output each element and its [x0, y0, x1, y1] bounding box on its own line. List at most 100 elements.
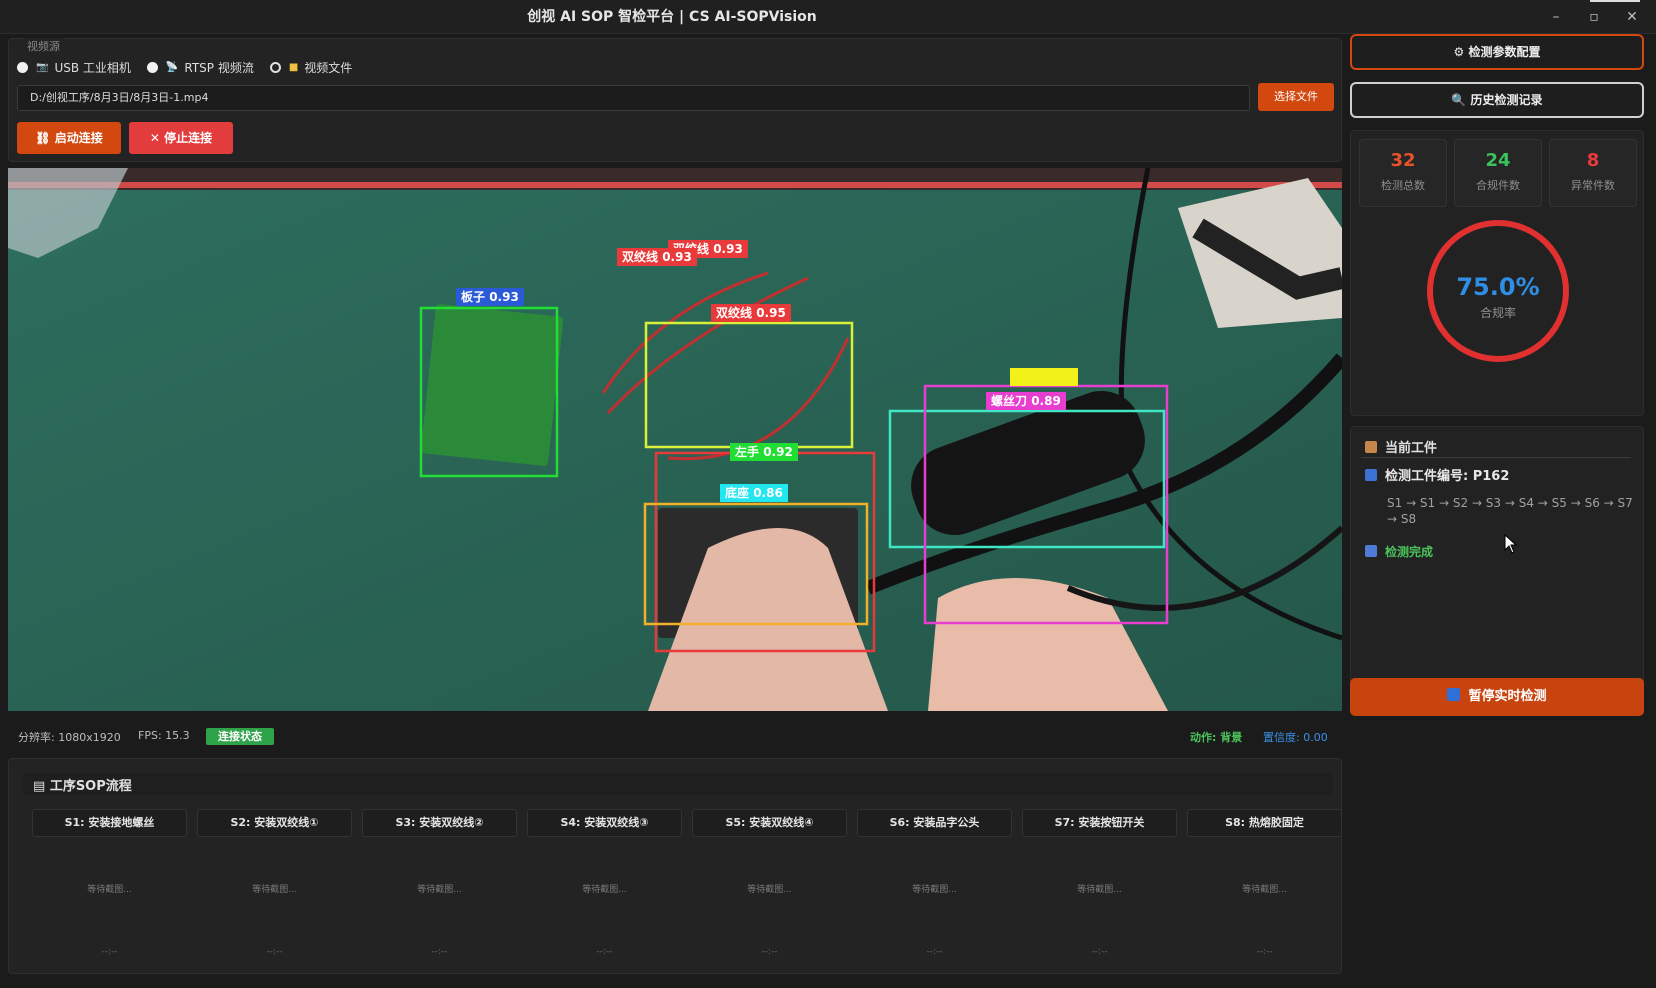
sop-title: ▤ 工序SOP流程: [33, 779, 132, 794]
detection-label: 螺丝刀 0.89: [986, 392, 1066, 410]
sop-step-waiting: 等待截图...: [417, 885, 462, 895]
stat-total: 32 检测总数: [1359, 139, 1447, 207]
gear-icon: ⚙: [1453, 45, 1469, 59]
sop-step-waiting: 等待截图...: [582, 885, 627, 895]
cross-icon: ✕: [149, 131, 165, 145]
compliance-rate-label: 合规率: [1480, 305, 1516, 320]
detection-config-label: 检测参数配置: [1468, 45, 1541, 59]
title-bar: 创视 AI SOP 智检平台 | CS AI-SOPVision – ▫ ✕: [0, 0, 1656, 34]
mouse-cursor-icon: [1504, 534, 1518, 554]
source-option-file[interactable]: ■ 视频文件: [269, 59, 353, 76]
sop-step-time: --:--: [266, 947, 283, 957]
detection-complete: 检测完成: [1365, 543, 1433, 560]
sop-step-1[interactable]: S1: 安装接地螺丝: [32, 809, 187, 837]
source-option-label: RTSP 视频流: [184, 60, 254, 75]
sop-step-time: --:--: [761, 947, 778, 957]
current-workpiece-panel: 当前工件 检测工件编号: P162 S1 → S1 → S2 → S3 → S4…: [1350, 426, 1644, 698]
pause-detection-button[interactable]: 暂停实时检测: [1350, 678, 1644, 716]
link-icon: ⛓: [35, 131, 55, 145]
satellite-icon: 📡: [165, 61, 179, 73]
pause-detection-label: 暂停实时检测: [1468, 689, 1547, 704]
video-source-legend: 视频源: [23, 38, 64, 54]
source-radio-group: 📷 USB 工业相机 📡 RTSP 视频流 ■ 视频文件: [17, 57, 368, 77]
right-sidebar: ⚙ 检测参数配置 🔍 历史检测记录 32 检测总数 24 合规件数 8 异常件数…: [1348, 34, 1656, 988]
detection-label: 右手 0.90: [1010, 368, 1078, 386]
detection-label: 双绞线 0.93: [617, 248, 697, 266]
video-status-bar: 分辨率: 1080x1920 FPS: 15.3 连接状态 动作: 背景 置信度…: [8, 724, 1342, 750]
video-source-panel: 视频源 📷 USB 工业相机 📡 RTSP 视频流 ■ 视频文件 D:/创视工序…: [8, 38, 1342, 162]
chart-icon: [1365, 545, 1377, 557]
video-frame: 板子 0.93 双绞线 0.93 双绞线 0.93 双绞线 0.95 左手 0.…: [8, 168, 1342, 711]
sop-step-time: --:--: [596, 947, 613, 957]
radio-rtsp[interactable]: [146, 61, 158, 73]
workpiece-title: 当前工件: [1365, 437, 1437, 456]
stat-abnormal: 8 异常件数: [1549, 139, 1637, 207]
resolution-text: 分辨率: 1080x1920: [18, 731, 121, 744]
maximize-button[interactable]: ▫: [1576, 0, 1612, 34]
box-icon: [1365, 441, 1377, 453]
source-option-label: 视频文件: [304, 60, 353, 75]
detection-config-button[interactable]: ⚙ 检测参数配置: [1350, 34, 1644, 70]
action-text: 动作: 背景: [1190, 731, 1243, 744]
stat-value: 24: [1485, 150, 1511, 171]
sop-step-time: --:--: [431, 947, 448, 957]
pause-icon: [1447, 688, 1461, 701]
history-records-label: 历史检测记录: [1470, 93, 1543, 107]
window-title: 创视 AI SOP 智检平台 | CS AI-SOPVision: [527, 9, 817, 25]
sop-step-time: --:--: [1256, 947, 1273, 957]
usb-camera-icon: 📷: [36, 61, 49, 73]
close-button[interactable]: ✕: [1614, 0, 1650, 34]
fps-text: FPS: 15.3: [138, 729, 190, 742]
source-option-usb[interactable]: 📷 USB 工业相机: [17, 59, 131, 76]
sop-step-6[interactable]: S6: 安装品字公头: [857, 809, 1012, 837]
compliance-gauge: 75.0% 合规率: [1427, 220, 1569, 362]
stat-label: 合规件数: [1476, 179, 1520, 192]
file-path-input[interactable]: D:/创视工序/8月3日/8月3日-1.mp4: [17, 85, 1250, 111]
sop-step-waiting: 等待截图...: [747, 885, 792, 895]
folder-icon: ■: [288, 61, 299, 73]
sop-step-7[interactable]: S7: 安装按钮开关: [1022, 809, 1177, 837]
radio-usb[interactable]: [17, 61, 28, 73]
search-icon: 🔍: [1451, 93, 1471, 107]
statistics-panel: 32 检测总数 24 合规件数 8 异常件数 75.0% 合规率: [1350, 130, 1644, 416]
compliance-rate-value: 75.0%: [1456, 273, 1539, 301]
sop-step-2[interactable]: S2: 安装双绞线①: [197, 809, 352, 837]
sop-step-waiting: 等待截图...: [252, 885, 297, 895]
confidence-text: 置信度: 0.00: [1263, 731, 1328, 744]
clipboard-icon: ▤: [33, 779, 50, 794]
sop-header: ▤ 工序SOP流程: [23, 773, 1333, 795]
detection-label: 双绞线 0.95: [711, 304, 791, 322]
sop-step-waiting: 等待截图...: [1077, 885, 1122, 895]
stat-label: 异常件数: [1571, 179, 1615, 192]
source-option-rtsp[interactable]: 📡 RTSP 视频流: [146, 59, 254, 76]
stat-label: 检测总数: [1381, 179, 1425, 192]
detection-label: 左手 0.92: [730, 443, 798, 461]
grid-icon: [1365, 469, 1377, 481]
sop-step-time: --:--: [101, 947, 118, 957]
start-connection-button[interactable]: ⛓ 启动连接: [17, 122, 121, 154]
radio-file[interactable]: [269, 61, 281, 73]
sop-step-5[interactable]: S5: 安装双绞线④: [692, 809, 847, 837]
sop-step-waiting: 等待截图...: [87, 885, 132, 895]
sop-step-8[interactable]: S8: 热熔胶固定: [1187, 809, 1342, 837]
workpiece-id: 检测工件编号: P162: [1365, 465, 1509, 484]
detection-label: 底座 0.86: [720, 484, 788, 502]
connection-status-badge: 连接状态: [206, 728, 274, 745]
sop-step-waiting: 等待截图...: [1242, 885, 1287, 895]
sop-step-4[interactable]: S4: 安装双绞线③: [527, 809, 682, 837]
detection-label: 板子 0.93: [456, 288, 524, 306]
sop-step-time: --:--: [1091, 947, 1108, 957]
stop-connection-button[interactable]: ✕ 停止连接: [129, 122, 233, 154]
stat-value: 32: [1390, 150, 1416, 171]
history-records-button[interactable]: 🔍 历史检测记录: [1350, 82, 1644, 118]
start-connection-label: 启动连接: [54, 131, 103, 145]
sop-step-3[interactable]: S3: 安装双绞线②: [362, 809, 517, 837]
sop-flow-panel: ▤ 工序SOP流程 S1: 安装接地螺丝 S2: 安装双绞线① S3: 安装双绞…: [8, 758, 1342, 974]
sop-step-time: --:--: [926, 947, 943, 957]
stop-connection-label: 停止连接: [164, 131, 213, 145]
divider: [1361, 457, 1631, 458]
minimize-button[interactable]: –: [1538, 0, 1574, 34]
stat-compliant: 24 合规件数: [1454, 139, 1542, 207]
select-file-button[interactable]: 选择文件: [1258, 83, 1334, 111]
sop-step-waiting: 等待截图...: [912, 885, 957, 895]
